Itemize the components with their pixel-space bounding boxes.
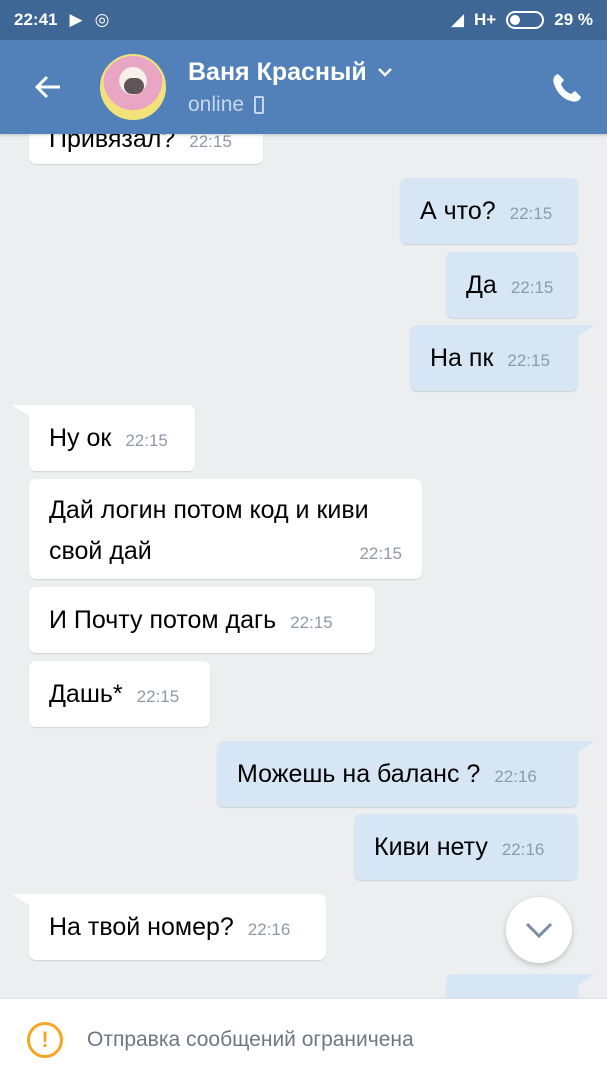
message-text: свой дай — [49, 537, 152, 565]
status-time: 22:41 — [14, 10, 58, 29]
call-icon — [553, 74, 581, 102]
contact-status: online — [188, 92, 245, 116]
message-list[interactable]: Привязал? 22:15 А что? 22:15 Да 22:15 На пк… — [0, 134, 607, 998]
message-outgoing[interactable]: А что? 22:15 — [400, 178, 578, 244]
chevron-down-icon — [377, 68, 392, 77]
signal-icon: ◢ — [450, 10, 465, 29]
message-incoming[interactable]: И Почту потом дагь 22:15 — [29, 587, 375, 653]
bubble-tail — [571, 741, 595, 757]
message-text: Дай логин потом код и киви — [49, 496, 369, 524]
message-text: Привязал? — [49, 134, 176, 153]
message-time: 22:15 — [136, 687, 180, 706]
message-incoming[interactable]: Ну ок 22:15 — [29, 405, 195, 471]
call-button[interactable] — [549, 70, 585, 106]
contact-name: Ваня Красный — [188, 57, 367, 86]
message-time: 22:15 — [359, 544, 402, 563]
message-text: Да — [466, 271, 497, 299]
message-text: На пк — [430, 344, 494, 372]
message-time: 22:15 — [507, 351, 550, 370]
status-bar: 22:41 ▶ ◎ ◢ H+ 29 % — [0, 0, 607, 40]
message-outgoing[interactable]: Киви нету 22:16 — [354, 814, 578, 880]
message-text: Ну ок — [49, 424, 112, 452]
restriction-bar: ! Отправка сообщений ограничена — [0, 998, 607, 1080]
message-text: А что? — [420, 197, 496, 225]
message-time: 22:15 — [510, 278, 554, 297]
message-time: 22:15 — [125, 431, 168, 450]
phone-device-icon — [254, 95, 265, 114]
battery-level: 29 % — [554, 10, 593, 29]
play-icon: ▶ — [69, 10, 83, 29]
message-outgoing-partial[interactable] — [446, 974, 578, 998]
bubble-tail — [571, 325, 595, 341]
chrome-icon: ◎ — [94, 10, 110, 29]
message-text: Киви нету — [374, 833, 488, 861]
message-incoming[interactable]: На твой номер? 22:16 — [29, 894, 326, 960]
message-time: 22:16 — [501, 840, 545, 859]
message-outgoing[interactable]: На пк 22:15 — [410, 325, 578, 391]
restriction-notice: Отправка сообщений ограничена — [87, 1027, 414, 1051]
message-text: Дашь* — [49, 680, 123, 708]
bubble-tail — [571, 974, 595, 990]
scroll-down-icon — [525, 922, 553, 939]
message-text: Можешь на баланс ? — [237, 760, 481, 788]
battery-icon — [506, 11, 545, 29]
message-text: На твой номер? — [49, 913, 234, 941]
message-time: 22:15 — [189, 134, 232, 151]
avatar[interactable] — [100, 54, 166, 120]
back-button[interactable] — [18, 57, 78, 117]
message-time: 22:15 — [290, 613, 333, 632]
back-arrow-icon — [34, 75, 60, 99]
message-text: И Почту потом дагь — [49, 606, 277, 634]
network-type: H+ — [474, 10, 497, 29]
warning-icon: ! — [27, 1021, 63, 1058]
scroll-down-button[interactable] — [506, 897, 572, 963]
message-incoming[interactable]: Дай логин потом код и киви свой дай 22:1… — [29, 479, 422, 579]
message-incoming[interactable]: Дашь* 22:15 — [29, 661, 210, 727]
message-time: 22:16 — [494, 767, 537, 786]
message-time: 22:15 — [509, 204, 553, 223]
message-incoming[interactable]: Привязал? 22:15 — [29, 134, 263, 164]
contact-info[interactable]: Ваня Красный online — [188, 58, 393, 117]
message-outgoing[interactable]: Да 22:15 — [446, 252, 578, 318]
chat-header: Ваня Красный online — [0, 40, 607, 134]
message-outgoing[interactable]: Можешь на баланс ? 22:16 — [217, 741, 578, 807]
message-time: 22:16 — [247, 920, 291, 939]
